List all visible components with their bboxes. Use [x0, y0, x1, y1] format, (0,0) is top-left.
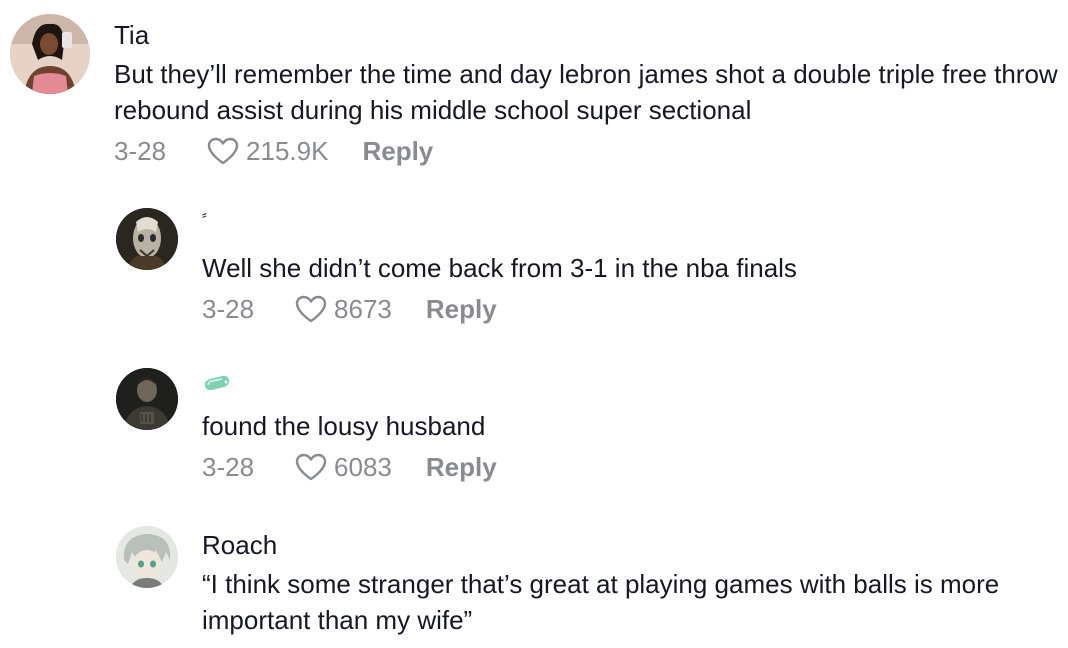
reply-button[interactable]: Reply	[426, 452, 497, 482]
comment-item: Tia But they’ll remember the time and da…	[0, 0, 1068, 180]
comment-meta: 3-28 8673 Reply	[202, 294, 497, 324]
like-count: 8673	[334, 294, 392, 324]
comment-username[interactable]: Roach	[202, 530, 277, 560]
avatar[interactable]	[116, 368, 178, 430]
comment-text: But they’ll remember the time and day le…	[114, 59, 1058, 125]
comment-date: 3-28	[202, 452, 255, 482]
comment-date: 3-28	[114, 136, 167, 166]
like-button[interactable]: 215.9K	[206, 136, 328, 166]
heart-icon[interactable]	[206, 136, 240, 166]
comment-meta: 3-28 215.9K Reply	[114, 136, 433, 166]
comment-text: found the lousy husband	[202, 411, 486, 441]
avatar-image	[116, 526, 178, 588]
like-button[interactable]: 8673	[294, 294, 392, 324]
comment-date: 3-28	[202, 294, 255, 324]
comment-username[interactable]: ⸗	[202, 204, 207, 224]
reply-button[interactable]: Reply	[426, 294, 497, 324]
comment-meta: 3-28 6083 Reply	[202, 452, 497, 482]
avatar[interactable]	[10, 14, 90, 94]
avatar[interactable]	[116, 526, 178, 588]
comment-item: ⸗ Well she didn’t come back from 3-1 in …	[0, 190, 1068, 340]
like-button[interactable]: 6083	[294, 452, 392, 482]
like-count: 6083	[334, 452, 392, 482]
reply-button[interactable]: Reply	[362, 136, 433, 166]
like-count: 215.9K	[246, 136, 329, 166]
heart-icon[interactable]	[294, 294, 328, 324]
avatar-image	[10, 14, 90, 94]
comment-text: Well she didn’t come back from 3-1 in th…	[202, 253, 797, 283]
comment-item: found the lousy husband 3-28 6083 Reply	[0, 350, 1068, 500]
comment-username[interactable]: Tia	[114, 20, 149, 50]
avatar[interactable]	[116, 208, 178, 270]
heart-icon[interactable]	[294, 452, 328, 482]
avatar-image	[116, 208, 178, 270]
comment-username[interactable]	[202, 372, 232, 394]
avatar-image	[116, 368, 178, 430]
soap-icon	[204, 375, 230, 391]
comment-item: Roach “I think some stranger that’s grea…	[0, 510, 1068, 648]
comment-text: “I think some stranger that’s great at p…	[202, 569, 1000, 635]
